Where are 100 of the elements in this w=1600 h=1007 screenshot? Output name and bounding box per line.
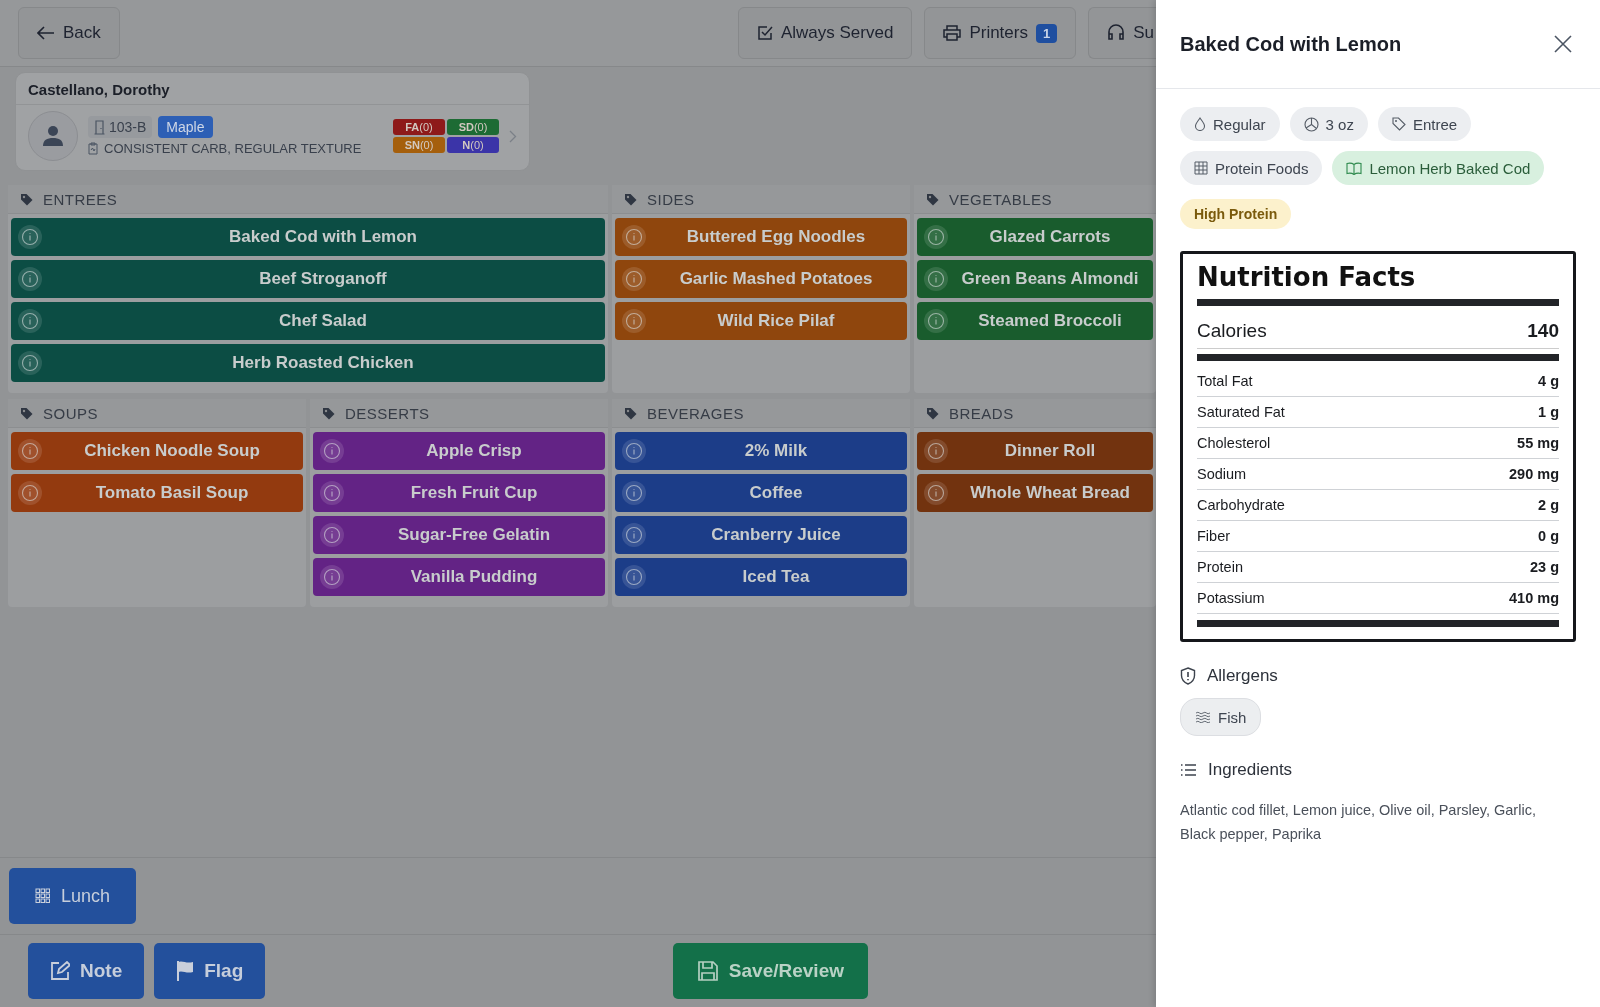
checkbox-icon [756, 25, 773, 41]
menu-item-button[interactable]: Vanilla Pudding [313, 558, 605, 596]
nutrient-value: 290 mg [1509, 466, 1559, 482]
info-icon [924, 439, 948, 463]
nutrient-name: Carbohydrate [1197, 497, 1285, 513]
patient-card[interactable]: Castellano, Dorothy 103-B Maple CONSISTENT CARB, REGULAR TEXTURE FA(0) SD(0) SN(0) N(0) [15, 72, 530, 171]
recipe-tag: Lemon Herb Baked Cod [1332, 151, 1545, 185]
nutrient-value: 1 g [1538, 404, 1559, 420]
always-served-button[interactable]: Always Served [737, 7, 913, 59]
nutrient-name: Fiber [1197, 528, 1231, 544]
nutrition-title: Nutrition Facts [1197, 262, 1417, 292]
allergen-tag: Fish [1180, 698, 1262, 736]
category-title: BEVERAGES [647, 404, 745, 422]
menu-item-button[interactable]: Herb Roasted Chicken [11, 344, 605, 382]
menu-item-button[interactable]: Fresh Fruit Cup [313, 474, 605, 512]
info-icon [320, 565, 344, 589]
menu-item-button[interactable]: Buttered Egg Noodles [615, 218, 907, 256]
arrow-left-icon [37, 26, 55, 40]
diet-flag: SD(0) [447, 119, 499, 135]
nutrient-value: 0 g [1538, 528, 1559, 544]
door-icon [94, 119, 105, 135]
menu-item-button[interactable]: Wild Rice Pilaf [615, 302, 907, 340]
save-review-button[interactable]: Save/Review [672, 943, 868, 999]
menu-item-button[interactable]: Whole Wheat Bread [917, 474, 1153, 512]
nutrient-value: 4 g [1538, 373, 1559, 389]
tag-icon [322, 406, 335, 420]
tag-icon [1391, 117, 1406, 131]
menu-item-button[interactable]: Sugar-Free Gelatin [313, 516, 605, 554]
info-icon [622, 565, 646, 589]
tag-icon [624, 406, 637, 420]
info-tag: Protein Foods [1180, 151, 1323, 185]
diet-flag: N(0) [447, 137, 499, 153]
headset-icon [1107, 24, 1126, 42]
info-icon [622, 225, 646, 249]
info-icon [622, 439, 646, 463]
nutrient-name: Calories [1197, 320, 1267, 342]
menu-item-button[interactable]: Green Beans Almondi [917, 260, 1153, 298]
menu-item-button[interactable]: Garlic Mashed Potatoes [615, 260, 907, 298]
nutrient-value: 55 mg [1517, 435, 1559, 451]
nutrient-value: 410 mg [1509, 590, 1559, 606]
menu-item-button[interactable]: Glazed Carrots [917, 218, 1153, 256]
waves-icon [1195, 711, 1211, 723]
info-icon [18, 481, 42, 505]
nutrient-name: Total Fat [1197, 373, 1253, 389]
info-icon [924, 267, 948, 291]
category-title: SIDES [647, 190, 695, 208]
flag-button[interactable]: Flag [154, 943, 266, 999]
info-icon [320, 523, 344, 547]
info-tag: Regular [1180, 107, 1280, 141]
tag-icon [926, 192, 939, 206]
menu-item-button[interactable]: Apple Crisp [313, 432, 605, 470]
menu-item-button[interactable]: Cranberry Juice [615, 516, 907, 554]
back-button[interactable]: Back [18, 7, 120, 59]
close-button[interactable] [1552, 33, 1574, 55]
nutrient-name: Potassium [1197, 590, 1265, 606]
info-icon [18, 267, 42, 291]
shield-alert-icon [1180, 667, 1196, 685]
menu-item-button[interactable]: Iced Tea [615, 558, 907, 596]
info-icon [18, 439, 42, 463]
book-icon [1346, 161, 1363, 175]
diet-flag: SN(0) [393, 137, 445, 153]
menu-item-button[interactable]: Coffee [615, 474, 907, 512]
menu-item-button[interactable]: Beef Stroganoff [11, 260, 605, 298]
unit-tag: Maple [158, 116, 213, 138]
list-icon [1180, 763, 1197, 777]
info-icon [924, 309, 948, 333]
menu-item-button[interactable]: Baked Cod with Lemon [11, 218, 605, 256]
section-title: Ingredients [1208, 760, 1293, 780]
note-button[interactable]: Note [28, 943, 145, 999]
menu-item-button[interactable]: Dinner Roll [917, 432, 1153, 470]
info-icon [18, 351, 42, 375]
category-title: VEGETABLES [949, 190, 1053, 208]
patient-name: Castellano, Dorothy [16, 73, 529, 105]
nutrient-value: 140 [1527, 320, 1559, 342]
menu-item-button[interactable]: Steamed Broccoli [917, 302, 1153, 340]
info-tag: 3 oz [1289, 107, 1368, 141]
category-title: SOUPS [43, 404, 98, 422]
printer-icon [943, 25, 962, 41]
info-icon [622, 481, 646, 505]
tag-icon [926, 406, 939, 420]
info-tag: Entree [1377, 107, 1472, 141]
menu-item-button[interactable]: Chicken Noodle Soup [11, 432, 303, 470]
meal-button[interactable]: Lunch [9, 868, 137, 924]
menu-item-button[interactable]: Chef Salad [11, 302, 605, 340]
nutrient-value: 23 g [1530, 559, 1559, 575]
info-icon [320, 481, 344, 505]
panel-title: Baked Cod with Lemon [1180, 32, 1402, 56]
pie-chart-icon [1303, 116, 1319, 132]
flag-icon [176, 960, 195, 982]
chevron-right-icon [509, 129, 517, 143]
support-button[interactable]: Su [1088, 7, 1156, 59]
info-icon [18, 225, 42, 249]
nutrient-name: Sodium [1197, 466, 1247, 482]
printers-button[interactable]: Printers 1 [924, 7, 1077, 59]
menu-item-button[interactable]: Tomato Basil Soup [11, 474, 303, 512]
grid-icon [35, 888, 51, 904]
info-icon [924, 481, 948, 505]
room-label: 103-B [88, 116, 153, 138]
menu-item-button[interactable]: 2% Milk [615, 432, 907, 470]
tag-icon [20, 406, 33, 420]
